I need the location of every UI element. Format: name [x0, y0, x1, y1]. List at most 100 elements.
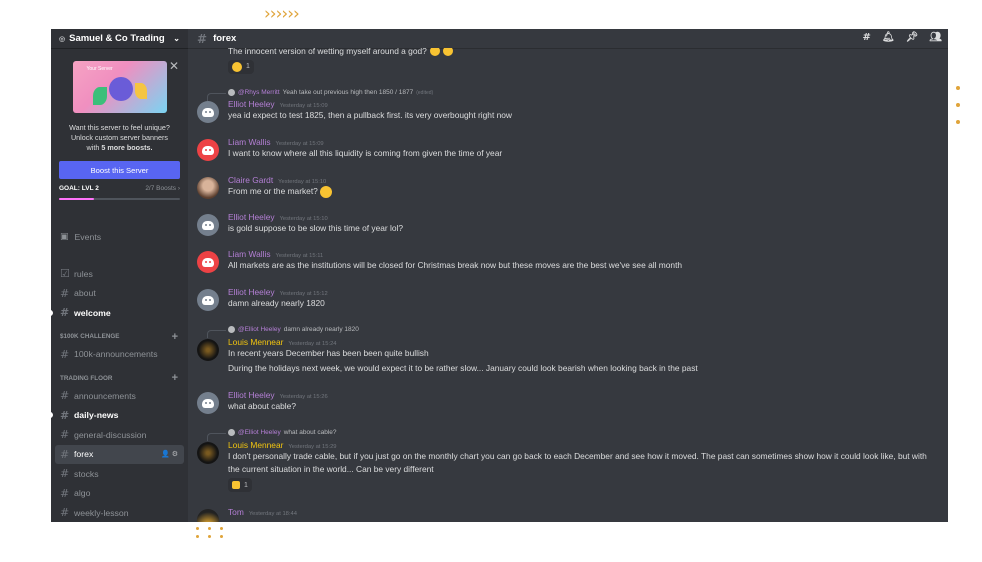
reply-preview[interactable]: @Elliot Heeley damn already nearly 1820 [207, 326, 359, 338]
message-text: I don't personally trade cable, but if y… [228, 451, 927, 474]
category-trading-floor[interactable]: TRADING FLOOR + [51, 370, 188, 386]
message-text: I want to know where all this liquidity … [228, 148, 503, 158]
channel-algo[interactable]: # algo [51, 484, 188, 504]
hash-icon: # [60, 486, 70, 500]
channel-list: ☑ rules # about # welcome $100K CHALLENGE + … [51, 264, 188, 522]
hash-icon: # [60, 306, 70, 320]
message: Elliot Heeley Yesterday at 15:26 what abo… [197, 390, 940, 414]
hash-icon: # [60, 286, 70, 300]
rules-icon: ☑ [60, 267, 70, 281]
username[interactable]: Louis Mennear [228, 440, 283, 450]
chat-area: # forex # 🔔︎ 📌︎ 👥︎ The innocent version … [188, 29, 948, 522]
message-text: In recent years December has been been q… [228, 348, 429, 358]
chevron-down-icon[interactable]: ⌄ [173, 34, 180, 43]
channel-actions: 👤 ⚙ [161, 450, 178, 458]
channel-welcome[interactable]: # welcome [51, 303, 188, 323]
avatar[interactable] [197, 251, 219, 273]
decorative-arrows: ›››››› [264, 4, 300, 24]
username[interactable]: Tom [228, 507, 244, 517]
invite-icon[interactable]: 👤 [161, 451, 170, 458]
hash-icon: # [60, 389, 70, 403]
message: Louis Mennear Yesterday at 15:29 I don't … [197, 440, 940, 494]
gear-icon[interactable]: ⚙ [172, 451, 178, 458]
message: Liam Wallis Yesterday at 15:09 I want to … [197, 137, 940, 161]
pin-icon[interactable]: 📌︎ [906, 32, 919, 43]
reply-preview[interactable]: @Elliot Heeley what about cable? [207, 429, 337, 441]
goal-label: GOAL: LVL 2 [59, 185, 99, 192]
username[interactable]: Claire Gardt [228, 175, 273, 185]
username[interactable]: Elliot Heeley [228, 390, 275, 400]
username[interactable]: Louis Mennear [228, 337, 283, 347]
message-text: what about cable? [228, 401, 296, 411]
reaction-button[interactable]: 1 [228, 478, 252, 492]
category-100k-challenge[interactable]: $100K CHALLENGE + [51, 329, 188, 345]
discord-window: ◎ Samuel & Co Trading ⌄ ✕ Your Server Wa… [51, 29, 948, 522]
username[interactable]: Elliot Heeley [228, 212, 275, 222]
message: Louis Mennear Yesterday at 15:24 In recen… [197, 337, 940, 374]
reply-preview[interactable]: @Rhys Merritt Yeah take out previous hig… [207, 89, 433, 101]
channel-stocks[interactable]: # stocks [51, 464, 188, 484]
channel-rules[interactable]: ☑ rules [51, 264, 188, 284]
username[interactable]: Elliot Heeley [228, 99, 275, 109]
timestamp: Yesterday at 18:44 [248, 511, 297, 517]
threads-icon[interactable]: # [863, 32, 871, 43]
boost-goal-row[interactable]: GOAL: LVL 2 2/7 Boosts › [59, 185, 180, 192]
avatar-mini [228, 326, 235, 333]
channel-100k-announcements[interactable]: #100k-announcements [51, 345, 188, 365]
avatar[interactable] [197, 339, 219, 361]
server-verified-icon: ◎ [59, 35, 66, 43]
message-text: All markets are as the institutions will… [228, 260, 683, 270]
avatar[interactable] [197, 442, 219, 464]
avatar-mini [228, 429, 235, 436]
discord-default-avatar-icon [202, 398, 214, 408]
message-top-cut: The innocent version of wetting myself a… [228, 48, 940, 77]
avatar[interactable] [197, 392, 219, 414]
message: Elliot Heeley Yesterday at 15:09 yea id e… [197, 99, 940, 123]
channel-announcements[interactable]: # announcements [51, 386, 188, 406]
discord-default-avatar-icon [202, 257, 214, 267]
bell-icon[interactable]: 🔔︎ [882, 32, 895, 43]
channel-daily-news[interactable]: # daily-news [51, 406, 188, 426]
reaction-button[interactable]: 1 [228, 59, 254, 74]
message-text: yea id expect to test 1825, then a pullb… [228, 110, 512, 120]
hash-icon: # [197, 31, 208, 46]
channel-forex[interactable]: # forex 👤 ⚙ [55, 444, 184, 464]
channel-weekly-lesson[interactable]: # weekly-lesson [51, 503, 188, 522]
header-toolbar: # 🔔︎ 📌︎ 👥︎ [863, 32, 943, 43]
add-channel-icon[interactable]: + [172, 372, 178, 384]
boost-server-button[interactable]: Boost this Server [59, 161, 180, 179]
unread-indicator [51, 309, 53, 316]
server-name: Samuel & Co Trading [69, 33, 165, 44]
message-list[interactable]: The innocent version of wetting myself a… [188, 48, 948, 522]
boost-card: ✕ Your Server Want this server to feel u… [51, 59, 188, 200]
avatar[interactable] [197, 509, 219, 522]
boost-description: Want this server to feel unique? Unlock … [69, 123, 170, 152]
channel-general-discussion[interactable]: # general-discussion [51, 425, 188, 445]
calendar-icon: ▣ [60, 232, 69, 242]
hash-icon: # [60, 428, 70, 442]
username[interactable]: Liam Wallis [228, 249, 271, 259]
channel-about[interactable]: # about [51, 284, 188, 304]
avatar[interactable] [197, 289, 219, 311]
username[interactable]: Elliot Heeley [228, 287, 275, 297]
goal-progress: 2/7 Boosts › [145, 185, 180, 192]
events-item[interactable]: ▣ Events [60, 232, 101, 242]
emoji-icon [232, 61, 242, 72]
message: Elliot Heeley Yesterday at 15:10 is gold … [197, 212, 940, 236]
message: Claire Gardt Yesterday at 15:10 From me o… [197, 175, 940, 199]
avatar[interactable] [197, 177, 219, 199]
avatar[interactable] [197, 214, 219, 236]
boost-banner-image: Your Server [72, 61, 167, 113]
hash-icon: # [60, 467, 70, 481]
server-header[interactable]: ◎ Samuel & Co Trading ⌄ [51, 29, 188, 49]
channel-header: # forex # 🔔︎ 📌︎ 👥︎ [188, 29, 948, 49]
avatar[interactable] [197, 139, 219, 161]
add-channel-icon[interactable]: + [172, 331, 178, 343]
hash-icon: # [60, 506, 70, 520]
hash-icon: # [60, 408, 70, 422]
close-icon[interactable]: ✕ [169, 59, 179, 73]
username[interactable]: Liam Wallis [228, 137, 271, 147]
avatar[interactable] [197, 101, 219, 123]
hash-icon: # [60, 347, 70, 361]
member-list-icon[interactable]: 👥︎ [929, 32, 942, 43]
